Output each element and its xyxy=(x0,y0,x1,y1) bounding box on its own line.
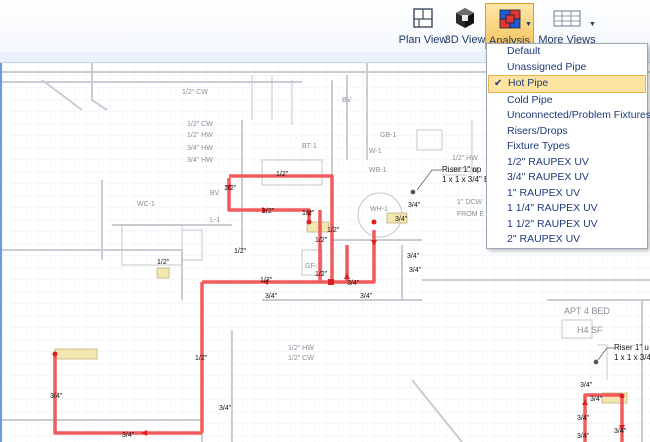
label-from: FROM E xyxy=(457,211,485,218)
pipe-size-label: 1/2" xyxy=(234,248,247,255)
plan-view-button[interactable]: Plan View xyxy=(398,3,448,49)
label-cw: 1/2" CW xyxy=(182,89,208,96)
checkmark-icon: ✔ xyxy=(494,78,503,89)
pipe-size-label: 3/4" xyxy=(577,433,590,440)
label-cw: 1/2" CW xyxy=(187,121,213,128)
plan-view-icon xyxy=(413,8,433,28)
pipe-size-label: 3/4" xyxy=(408,202,421,209)
pipe-size-label: 1/2" xyxy=(302,210,315,217)
app-window: Plan View 3D View Analysis ▼ More Views … xyxy=(0,0,650,442)
fixture-symbol xyxy=(54,348,98,360)
label-h4sf: H4 SF xyxy=(577,325,603,335)
menu-item-three-quarter-raupex[interactable]: 3/4" RAUPEX UV xyxy=(487,170,647,186)
label-riser: 1 x 1 x 3/4" E xyxy=(442,175,489,184)
label-bt: BT-1 xyxy=(302,143,317,150)
3d-view-button[interactable]: 3D View xyxy=(444,3,486,49)
pipe-size-label: 1/2" xyxy=(195,355,208,362)
menu-item-unassigned-pipe[interactable]: Unassigned Pipe xyxy=(487,60,647,76)
label-l: L-1 xyxy=(210,217,220,224)
pipe-size-label: 1/2" xyxy=(315,237,328,244)
label-riser: Riser 1" up xyxy=(442,165,482,174)
menu-item-risers-drops[interactable]: Risers/Drops xyxy=(487,124,647,140)
pipe-size-label: 3/4" xyxy=(122,432,135,439)
label-bv: BV xyxy=(342,97,352,104)
menu-item-unconnected-fixtures[interactable]: Unconnected/Problem Fixtures xyxy=(487,108,650,124)
label-hw: 3/4" HW xyxy=(187,157,213,164)
label-riser: 1 x 1 x 3/4" xyxy=(614,353,650,362)
label-wh: WH-1 xyxy=(370,206,388,213)
pipe-size-label: 1/2" xyxy=(327,227,340,234)
analysis-dropdown-menu[interactable]: Default Unassigned Pipe ✔ Hot Pipe Cold P… xyxy=(486,43,650,249)
menu-item-one-half-raupex[interactable]: 1 1/2" RAUPEX UV xyxy=(487,217,647,233)
label-cw: 1/2" CW xyxy=(288,355,314,362)
pipe-size-label: 3/4" xyxy=(347,280,360,287)
analysis-icon xyxy=(499,9,520,29)
3d-view-label: 3D View xyxy=(444,34,486,46)
menu-item-fixture-types[interactable]: Fixture Types xyxy=(487,139,647,155)
label-wc: WC-1 xyxy=(137,201,155,208)
menu-item-cold-pipe[interactable]: Cold Pipe xyxy=(487,93,647,109)
label-wb: WB-1 xyxy=(369,167,387,174)
pipe-size-label: 3/4" xyxy=(219,405,232,412)
label-hw: 1/2" HW xyxy=(452,155,478,162)
label-riser: Riser 1" u xyxy=(614,343,649,352)
pipe-size-label: 1/2" xyxy=(262,208,275,215)
more-views-dropdown-arrow[interactable]: ▼ xyxy=(589,21,596,28)
menu-item-one-quarter-raupex[interactable]: 1 1/4" RAUPEX UV xyxy=(487,201,647,217)
label-w: W-1 xyxy=(369,148,382,155)
plan-view-label: Plan View xyxy=(398,34,448,46)
label-apt: APT 4 BED xyxy=(564,306,610,316)
pipe-size-label: 1/2" xyxy=(260,277,273,284)
label-hw: 1/2" HW xyxy=(187,132,213,139)
menu-item-hot-pipe[interactable]: ✔ Hot Pipe xyxy=(488,75,646,93)
pipe-size-label: 3/4" xyxy=(395,216,408,223)
label-dcw: 1" DCW xyxy=(457,199,482,206)
pipe-size-label: 1/2" xyxy=(224,185,237,192)
pipe-size-label: 3/4" xyxy=(360,293,373,300)
grid-views-icon xyxy=(553,10,581,27)
label-hw: 3/4" HW xyxy=(187,145,213,152)
menu-item-two-inch-raupex[interactable]: 2" RAUPEX UV xyxy=(487,232,647,248)
pipe-size-label: 3/4" xyxy=(577,415,590,422)
pipe-size-label: 1/2" xyxy=(315,271,328,278)
pipe-size-label: 3/4" xyxy=(580,382,593,389)
pipe-size-label: 1/2" xyxy=(276,171,289,178)
pipe-size-label: 3/4" xyxy=(409,267,422,274)
pipe-size-label: 3/4" xyxy=(265,293,278,300)
fixture-symbol xyxy=(156,267,170,279)
label-bv: BV xyxy=(210,190,220,197)
label-hw: 1/2" HW xyxy=(288,345,314,352)
pipe-size-label: 3/4" xyxy=(614,428,627,435)
menu-item-half-inch-raupex[interactable]: 1/2" RAUPEX UV xyxy=(487,155,647,171)
pipe-size-label: 1/2" xyxy=(157,259,170,266)
menu-item-default[interactable]: Default xyxy=(487,44,647,60)
pipe-size-label: 3/4" xyxy=(407,253,420,260)
menu-item-one-inch-raupex[interactable]: 1" RAUPEX UV xyxy=(487,186,647,202)
analysis-dropdown-arrow[interactable]: ▼ xyxy=(525,21,532,28)
pipe-size-label: 3/4" xyxy=(590,396,603,403)
pipe-size-label: 3/4" xyxy=(50,393,63,400)
cube-3d-icon xyxy=(456,8,474,28)
label-gb: GB-1 xyxy=(380,132,396,139)
